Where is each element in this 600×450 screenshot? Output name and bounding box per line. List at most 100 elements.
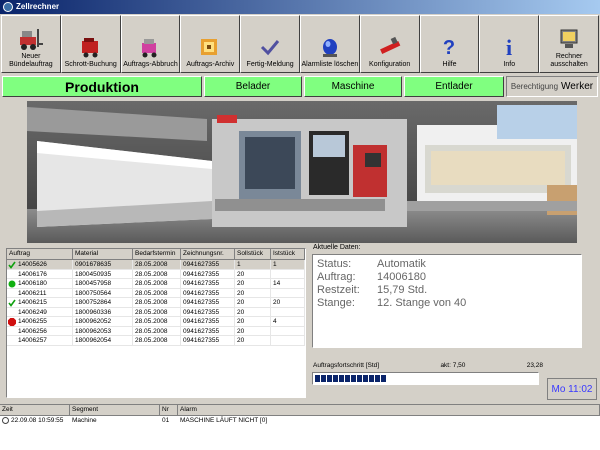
table-row[interactable]: 14006211 1800750564 28.05.2008 0941627355 20 xyxy=(7,288,305,298)
rechner-ausschalten-button[interactable]: Rechner ausschalten xyxy=(539,15,599,73)
stop-sign-icon xyxy=(8,318,16,326)
info-icon: i xyxy=(506,35,512,59)
table-cell: 14006215 xyxy=(7,298,73,307)
table-cell: 0941627355 xyxy=(181,298,235,307)
tab-entlader[interactable]: Entlader xyxy=(404,76,504,97)
berechtigung-label: Berechtigung xyxy=(510,82,559,91)
table-cell: 28.05.2008 xyxy=(133,288,181,297)
window-title: Zellrechner xyxy=(16,2,60,11)
alarm-log-body: 22.09.08 10:59:55 Machine 01 MASCHINE LÄUFT… xyxy=(0,416,600,426)
table-cell xyxy=(271,336,305,345)
table-cell: 0941627355 xyxy=(181,279,235,288)
hilfe-button[interactable]: ? Hilfe xyxy=(419,15,480,73)
table-cell: 1800962052 xyxy=(73,317,133,326)
neuer-buendelauftrag-button[interactable]: Neuer Bündelauftrag xyxy=(1,15,61,73)
table-cell: 0901678635 xyxy=(73,260,133,269)
clock-display: Mo 11:02 xyxy=(547,378,597,400)
segment-navbar: Produktion Belader Maschine Entlader Ber… xyxy=(0,74,600,98)
table-cell: 1 xyxy=(271,260,305,269)
fertig-meldung-button[interactable]: Fertig-Meldung xyxy=(240,15,300,73)
table-cell: 0941627355 xyxy=(181,269,235,278)
table-cell: 20 xyxy=(235,269,271,278)
power-off-icon xyxy=(560,29,578,48)
table-row[interactable]: 14005626 0901678635 28.05.2008 0941627355 1 1 xyxy=(7,260,305,270)
table-cell xyxy=(271,288,305,297)
alarm-log-cell: Machine xyxy=(72,417,97,424)
table-cell: 20 xyxy=(235,298,271,307)
table-cell: 1800450935 xyxy=(73,269,133,278)
table-row[interactable]: 14006176 1800450935 28.05.2008 0941627355 20 xyxy=(7,269,305,279)
svg-text:i: i xyxy=(506,35,512,59)
progress-current: akt: 7,50 xyxy=(440,362,466,369)
alarm-log-table[interactable]: Zeit Segment Nr Alarm 22.09.08 10:59:55 M… xyxy=(0,404,600,450)
window-titlebar: Zellrechner xyxy=(0,0,600,14)
table-cell: 20 xyxy=(235,317,271,326)
order-table-body: 14005626 0901678635 28.05.2008 0941627355 1 1… xyxy=(7,260,305,346)
running-status-icon xyxy=(8,280,16,288)
alarm-log-cell: 22.09.08 10:59:55 xyxy=(0,416,70,426)
table-cell: 1800457958 xyxy=(73,279,133,288)
table-cell: 28.05.2008 xyxy=(133,269,181,278)
alarm-log-cell: 01 xyxy=(162,417,170,424)
table-cell: 1800752864 xyxy=(73,298,133,307)
table-cell: 0941627355 xyxy=(181,307,235,316)
auftrags-archiv-button[interactable]: Auftrags-Archiv xyxy=(180,15,241,73)
table-cell: 14006249 xyxy=(7,307,73,316)
table-row[interactable]: 14006255 1800962052 28.05.2008 0941627355 20… xyxy=(7,317,305,327)
table-cell: 14006211 xyxy=(7,288,73,297)
config-tool-icon xyxy=(379,36,401,54)
tab-belader[interactable]: Belader xyxy=(204,76,302,97)
auftrags-abbruch-button[interactable]: Auftrags-Abbruch xyxy=(120,15,181,73)
table-cell: 0941627355 xyxy=(181,260,235,269)
alarmliste-loeschen-button[interactable]: Alarmliste löschen xyxy=(299,15,360,73)
table-cell: 14006176 xyxy=(7,269,73,278)
table-cell: 1800750564 xyxy=(73,288,133,297)
alarm-log-cell: MASCHINE LÄUFT NICHT [0] xyxy=(180,417,268,424)
table-cell: 28.05.2008 xyxy=(133,279,181,288)
tab-maschine[interactable]: Maschine xyxy=(304,76,402,97)
app-icon xyxy=(3,2,13,12)
svg-text:?: ? xyxy=(443,37,455,59)
detail-row-auftrag: Auftrag: 14006180 xyxy=(317,271,426,283)
table-cell xyxy=(271,307,305,316)
checkmark-icon xyxy=(261,40,280,56)
detail-row-restzeit: Restzeit: 15,79 Std. xyxy=(317,284,428,296)
konfiguration-button[interactable]: Konfiguration xyxy=(359,15,420,73)
order-table[interactable]: Auftrag Material Bedarfstermin Zeichnung… xyxy=(6,248,306,398)
table-cell: 1800960336 xyxy=(73,307,133,316)
alarm-log-header: Zeit Segment Nr Alarm xyxy=(0,405,600,416)
table-cell: 20 xyxy=(235,336,271,345)
table-cell: 4 xyxy=(271,317,305,326)
info-button[interactable]: i Info xyxy=(479,15,540,73)
table-cell: 1 xyxy=(235,260,271,269)
tab-produktion[interactable]: Produktion xyxy=(2,76,202,97)
table-cell: 28.05.2008 xyxy=(133,260,181,269)
table-cell: 14006180 xyxy=(7,279,73,288)
main-toolbar: Neuer Bündelauftrag Schrott-Buchung Auft… xyxy=(0,14,600,74)
progress-title: Auftragsfortschritt [Std] xyxy=(313,362,380,369)
table-cell: 28.05.2008 xyxy=(133,326,181,335)
table-cell: 20 xyxy=(271,298,305,307)
table-cell: 1800962053 xyxy=(73,326,133,335)
forklift-icon xyxy=(19,29,43,50)
table-row[interactable]: 14006257 1800962054 28.05.2008 0941627355 20 xyxy=(7,336,305,346)
table-cell: 28.05.2008 xyxy=(133,307,181,316)
details-title: Aktuelle Daten: xyxy=(313,244,361,251)
table-cell xyxy=(271,326,305,335)
table-row[interactable]: 14006249 1800960336 28.05.2008 0941627355 20 xyxy=(7,307,305,317)
alarm-light-icon xyxy=(322,39,337,57)
alarm-log-row[interactable]: 22.09.08 10:59:55 Machine 01 MASCHINE LÄUFT… xyxy=(0,416,600,426)
production-cell-photo xyxy=(27,101,577,243)
table-cell: 0941627355 xyxy=(181,336,235,345)
detail-row-status: Status: Automatik xyxy=(317,258,426,270)
berechtigung-value: Werker xyxy=(561,81,594,92)
table-row[interactable]: 14006256 1800962053 28.05.2008 0941627355 20 xyxy=(7,326,305,336)
table-row[interactable]: 14006180 1800457958 28.05.2008 0941627355 20… xyxy=(7,279,305,289)
table-row[interactable]: 14006215 1800752864 28.05.2008 0941627355 20… xyxy=(7,298,305,308)
progress-total: 23,28 xyxy=(526,362,543,369)
table-cell: 0941627355 xyxy=(181,317,235,326)
schrott-buchung-button[interactable]: Schrott-Buchung xyxy=(60,15,121,73)
scrap-cart-icon xyxy=(81,38,98,58)
done-check-icon xyxy=(8,261,16,269)
table-cell xyxy=(271,269,305,278)
